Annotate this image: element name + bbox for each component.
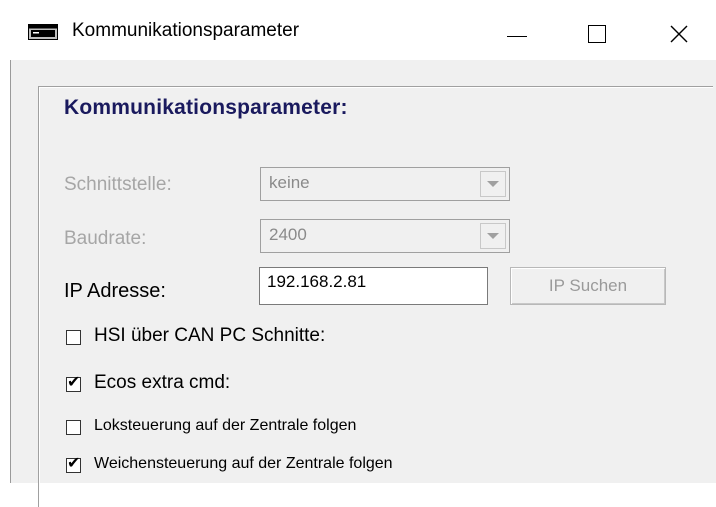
ecos-checkbox-label[interactable]: Ecos extra cmd: <box>94 372 230 394</box>
interface-select-value: keine <box>269 173 310 192</box>
baudrate-label: Baudrate: <box>64 228 147 249</box>
baudrate-select[interactable]: 2400 <box>260 219 510 253</box>
baudrate-select-value: 2400 <box>269 225 307 244</box>
dropdown-arrow-button[interactable] <box>480 171 506 197</box>
turnout-control-checkbox[interactable]: ✔ <box>66 455 81 473</box>
loco-control-checkbox[interactable] <box>66 420 81 435</box>
interface-label: Schnittstelle: <box>64 174 172 195</box>
close-icon <box>670 25 688 43</box>
checkmark-icon: ✔ <box>67 455 81 472</box>
group-heading: Kommunikationsparameter: <box>64 96 348 119</box>
minimize-icon <box>507 35 527 37</box>
chevron-down-icon <box>487 181 499 187</box>
turnout-control-checkbox-label[interactable]: Weichensteuerung auf der Zentrale folgen <box>94 455 393 473</box>
minimize-button[interactable] <box>480 6 554 62</box>
hsi-checkbox[interactable] <box>66 330 81 345</box>
hsi-checkbox-label[interactable]: HSI über CAN PC Schnitte: <box>94 325 325 347</box>
ip-search-button[interactable]: IP Suchen <box>510 267 666 305</box>
window-title: Kommunikationsparameter <box>72 20 300 41</box>
close-button[interactable] <box>642 6 716 62</box>
ip-address-label: IP Adresse: <box>64 280 166 302</box>
ecos-checkbox[interactable]: ✔ <box>66 374 81 392</box>
interface-select[interactable]: keine <box>260 167 510 201</box>
maximize-icon <box>588 25 606 43</box>
chevron-down-icon <box>487 233 499 239</box>
dropdown-arrow-button[interactable] <box>480 223 506 249</box>
loco-control-checkbox-label[interactable]: Loksteuerung auf der Zentrale folgen <box>94 417 356 435</box>
checkmark-icon: ✔ <box>67 374 81 391</box>
title-bar[interactable]: Kommunikationsparameter <box>0 0 716 68</box>
maximize-button[interactable] <box>560 6 634 62</box>
ip-address-input[interactable]: 192.168.2.81 <box>259 267 488 305</box>
terminal-window-icon <box>28 24 58 40</box>
dialog-window: Kommunikationsparameter Kommunikationspa… <box>0 0 716 507</box>
